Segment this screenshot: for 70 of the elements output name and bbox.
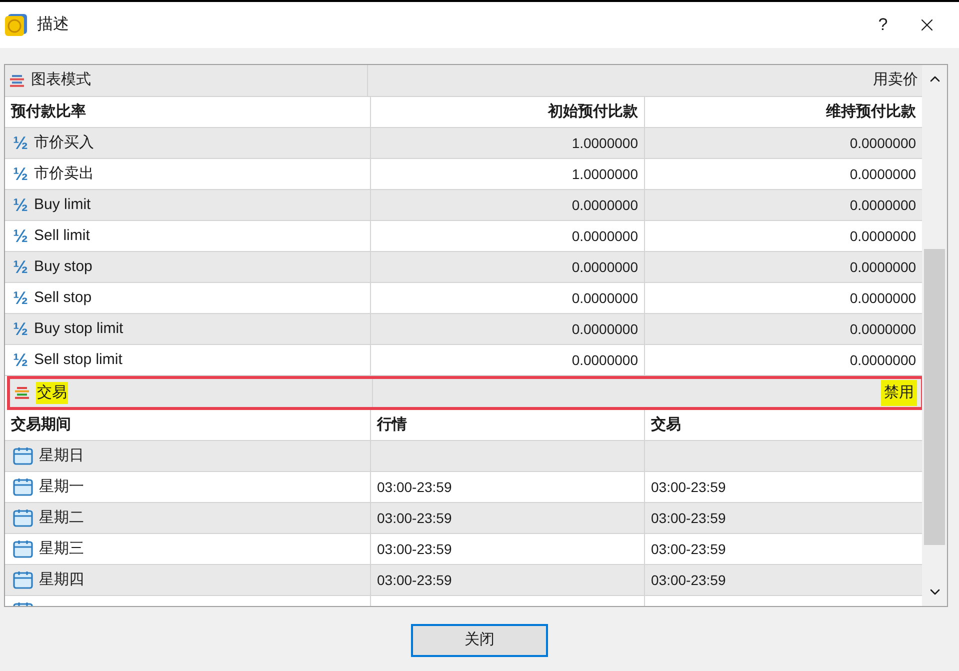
column-header: 初始预付比款 [371,97,645,127]
calendar-icon [13,509,33,527]
table-cell-text: 0.0000000 [572,288,638,308]
table-cell-text: 03:00-23:59 [377,478,452,496]
help-button[interactable]: ? [863,5,903,45]
table-cell-text: 1.0000000 [572,164,638,184]
coin-icon [4,13,28,37]
stacked-lines-icon [9,74,25,88]
row-label: 市价买入 [34,132,94,153]
column-header: 交易期间 [5,410,371,440]
section-row[interactable]: 交易 禁用 [7,376,922,410]
row-label: 星期三 [39,538,84,559]
close-button[interactable]: 关闭 [411,624,548,657]
table-cell-text: 03:00-23:59 [377,540,452,558]
table-cell-text: 03:00-23:59 [651,570,726,590]
fraction-icon: ½ [13,254,28,280]
row-label: 星期日 [39,446,84,466]
table-cell-text: 0.0000000 [572,196,638,214]
section-label: 图表模式 [31,70,91,90]
section-value: 用卖价 [873,70,918,90]
row-label: Sell limit [34,226,90,246]
column-header: 维持预付比款 [824,102,918,122]
row-label: Buy stop limit [34,318,124,339]
scrollbar-thumb[interactable] [924,249,946,545]
row-label: 星期四 [39,570,84,590]
table-cell-text: 0.0000000 [850,134,916,152]
table-cell-text: 03:00-23:59 [651,540,726,558]
calendar-icon [13,478,33,496]
table-cell-text: 03:00-23:59 [377,508,452,528]
table-cell-text: 0.0000000 [850,196,916,214]
column-header: 预付款比率 [5,97,371,127]
fraction-icon: ½ [13,222,28,250]
row-label: Buy limit [34,194,91,215]
fraction-icon: ½ [13,160,28,188]
table-cell-text: 0.0000000 [572,226,638,246]
scrollbar[interactable] [922,65,947,606]
calendar-icon [13,540,33,558]
row-label: 星期一 [39,476,84,497]
table-cell-text: 0.0000000 [850,350,916,370]
row-label: Sell stop [34,288,92,308]
column-header: 行情 [371,410,645,440]
calendar-icon [13,447,33,465]
section-label: 交易 [36,382,68,404]
calendar-icon [13,571,33,589]
section-value: 禁用 [881,380,918,406]
fraction-icon: ½ [13,130,28,156]
row-label: Sell stop limit [34,350,122,370]
fraction-icon: ½ [13,284,28,312]
table-cell-text: 0.0000000 [572,320,638,338]
table-cell-text: 0.0000000 [572,350,638,370]
column-header: 交易 [650,414,682,435]
row-label: 市价卖出 [34,164,94,184]
table-cell-text: 0.0000000 [850,164,916,184]
table-cell-text: 0.0000000 [850,226,916,246]
table-cell-text: 03:00-23:59 [651,478,726,496]
table-cell-text: 0.0000000 [850,258,916,276]
table-cell-text: 03:00-23:59 [651,508,726,528]
row-label: 星期二 [39,508,84,528]
table-cell-text: 0.0000000 [850,288,916,308]
table-cell-text: 03:00-23:59 [377,570,452,590]
fraction-icon: ½ [13,316,28,342]
fraction-icon: ½ [13,192,28,218]
section-row[interactable]: 图表模式 用卖价 [5,65,922,97]
row-label: Buy stop [34,256,92,277]
window-title: 描述 [37,14,69,35]
table-cell-text: 1.0000000 [572,134,638,152]
table-cell-text: 0.0000000 [572,258,638,276]
table-cell-text: 0.0000000 [850,320,916,338]
stacked-lines-icon [14,386,30,400]
fraction-icon: ½ [13,346,28,374]
